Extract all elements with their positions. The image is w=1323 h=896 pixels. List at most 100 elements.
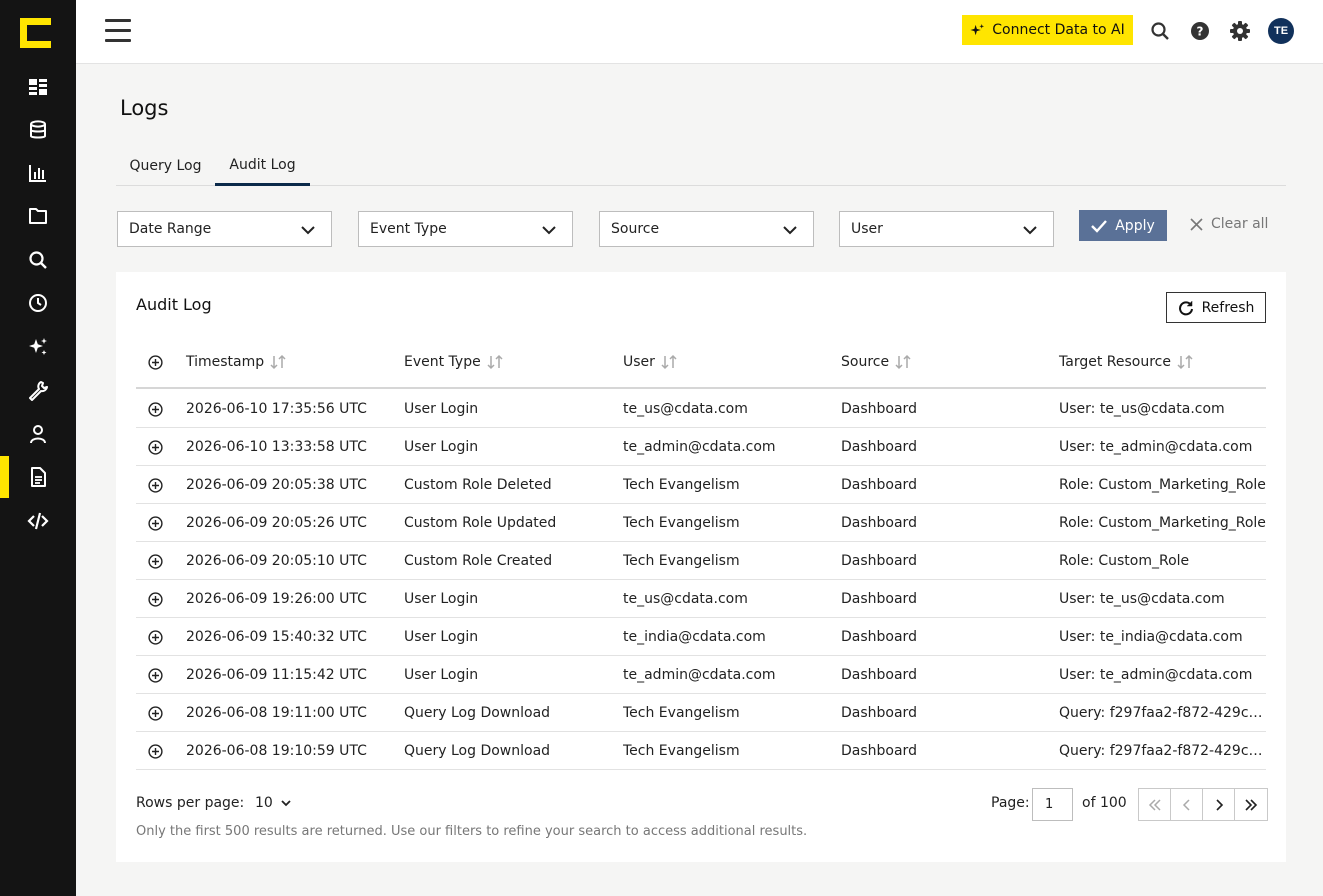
table-row[interactable]: 2026-06-08 19:10:59 UTC Query Log Downloa…: [136, 732, 1266, 770]
expand-row-icon[interactable]: [148, 592, 163, 607]
database-icon: [30, 120, 46, 139]
sidebar: [0, 0, 76, 896]
first-page-button[interactable]: [1139, 789, 1171, 820]
nav-api[interactable]: [0, 500, 76, 542]
connect-data-to-ai-button[interactable]: Connect Data to AI: [962, 15, 1133, 45]
nav-integrations[interactable]: [0, 369, 76, 411]
wrench-icon: [29, 381, 48, 401]
rows-per-page-select[interactable]: 10: [255, 795, 291, 811]
cell-target-resource: Role: Custom_Marketing_Role: [1059, 515, 1266, 531]
document-icon: [31, 467, 46, 487]
double-chevron-right-icon: [1245, 798, 1258, 811]
cell-target-resource: User: te_us@cdata.com: [1059, 591, 1225, 607]
refresh-button[interactable]: Refresh: [1166, 292, 1266, 323]
help-icon[interactable]: ?: [1189, 20, 1211, 42]
column-header-source[interactable]: Source: [841, 336, 911, 388]
nav-ai[interactable]: [0, 326, 76, 368]
nav-users[interactable]: [0, 413, 76, 455]
event-type-label: Event Type: [370, 221, 447, 237]
expand-all-icon[interactable]: [148, 355, 163, 370]
close-icon: [1190, 217, 1203, 231]
table-row[interactable]: 2026-06-09 20:05:10 UTC Custom Role Creat…: [136, 542, 1266, 580]
menu-toggle-icon[interactable]: [105, 19, 131, 43]
top-bar: Connect Data to AI ? TE: [76, 0, 1323, 64]
source-dropdown[interactable]: Source: [599, 211, 814, 247]
column-label: Event Type: [404, 354, 481, 370]
expand-row-icon[interactable]: [148, 630, 163, 645]
cdata-logo[interactable]: [20, 18, 51, 48]
expand-row-icon[interactable]: [148, 554, 163, 569]
column-header-user[interactable]: User: [623, 336, 677, 388]
column-label: Target Resource: [1059, 354, 1171, 370]
sort-icon: [270, 354, 286, 370]
previous-page-button[interactable]: [1171, 789, 1203, 820]
folder-icon: [29, 208, 47, 224]
cell-target-resource: User: te_admin@cdata.com: [1059, 667, 1253, 683]
column-header-target-resource[interactable]: Target Resource: [1059, 336, 1193, 388]
date-range-dropdown[interactable]: Date Range: [117, 211, 332, 247]
table-row[interactable]: 2026-06-08 19:11:00 UTC Query Log Downloa…: [136, 694, 1266, 732]
table-row[interactable]: 2026-06-10 17:35:56 UTC User Login te_us@c…: [136, 390, 1266, 428]
refresh-icon: [1178, 300, 1193, 315]
table-header: Timestamp Event Type User Source Target …: [136, 336, 1266, 389]
last-page-button[interactable]: [1235, 789, 1267, 820]
table-row[interactable]: 2026-06-09 20:05:26 UTC Custom Role Updat…: [136, 504, 1266, 542]
nav-data-sources[interactable]: [0, 109, 76, 151]
nav-workspaces[interactable]: [0, 195, 76, 237]
search-icon: [29, 251, 47, 269]
expand-row-icon[interactable]: [148, 478, 163, 493]
cell-source: Dashboard: [841, 515, 917, 531]
cell-timestamp: 2026-06-09 11:15:42 UTC: [186, 667, 367, 683]
card-title: Audit Log: [136, 295, 212, 314]
search-icon[interactable]: [1149, 20, 1171, 42]
column-header-timestamp[interactable]: Timestamp: [186, 336, 286, 388]
cell-event-type: Custom Role Created: [404, 553, 553, 569]
cell-event-type: Query Log Download: [404, 743, 551, 759]
sparkle-icon: [970, 23, 985, 35]
table-row[interactable]: 2026-06-09 20:05:38 UTC Custom Role Delet…: [136, 466, 1266, 504]
cell-timestamp: 2026-06-09 20:05:38 UTC: [186, 477, 367, 493]
page-number-input[interactable]: 1: [1032, 788, 1073, 821]
sparkle-icon: [29, 338, 47, 355]
checkmark-icon: [1091, 219, 1108, 233]
expand-row-icon[interactable]: [148, 668, 163, 683]
expand-row-icon[interactable]: [148, 744, 163, 759]
settings-gear-icon[interactable]: [1229, 20, 1251, 42]
user-avatar[interactable]: TE: [1268, 18, 1294, 44]
cell-timestamp: 2026-06-08 19:11:00 UTC: [186, 705, 367, 721]
expand-row-icon[interactable]: [148, 402, 163, 417]
nav-dashboard[interactable]: [0, 66, 76, 108]
table-row[interactable]: 2026-06-09 15:40:32 UTC User Login te_indi…: [136, 618, 1266, 656]
expand-row-icon[interactable]: [148, 440, 163, 455]
nav-jobs[interactable]: [0, 282, 76, 324]
clear-all-button[interactable]: Clear all: [1190, 216, 1268, 232]
apply-button[interactable]: Apply: [1079, 210, 1167, 241]
page-title: Logs: [120, 96, 169, 120]
tab-query-log[interactable]: Query Log: [116, 146, 215, 186]
table-row[interactable]: 2026-06-09 11:15:42 UTC User Login te_admi…: [136, 656, 1266, 694]
cell-user: te_us@cdata.com: [623, 401, 748, 417]
cell-timestamp: 2026-06-09 20:05:10 UTC: [186, 553, 367, 569]
table-row[interactable]: 2026-06-10 13:33:58 UTC User Login te_admi…: [136, 428, 1266, 466]
log-tabs: Query Log Audit Log: [116, 146, 1286, 186]
next-page-button[interactable]: [1203, 789, 1235, 820]
cell-timestamp: 2026-06-08 19:10:59 UTC: [186, 743, 367, 759]
tab-audit-log[interactable]: Audit Log: [215, 146, 310, 186]
column-label: Source: [841, 354, 890, 370]
expand-row-icon[interactable]: [148, 516, 163, 531]
nav-logs[interactable]: [0, 456, 76, 498]
date-range-label: Date Range: [129, 221, 212, 237]
chevron-down-icon: [542, 226, 556, 235]
nav-reports[interactable]: [0, 152, 76, 194]
cell-event-type: User Login: [404, 667, 479, 683]
nav-explorer[interactable]: [0, 239, 76, 281]
clock-icon: [29, 294, 47, 312]
cell-target-resource: User: te_admin@cdata.com: [1059, 439, 1253, 455]
cell-source: Dashboard: [841, 439, 917, 455]
column-header-event-type[interactable]: Event Type: [404, 336, 503, 388]
user-dropdown[interactable]: User: [839, 211, 1054, 247]
event-type-dropdown[interactable]: Event Type: [358, 211, 573, 247]
cell-event-type: Custom Role Updated: [404, 515, 557, 531]
expand-row-icon[interactable]: [148, 706, 163, 721]
table-row[interactable]: 2026-06-09 19:26:00 UTC User Login te_us@c…: [136, 580, 1266, 618]
